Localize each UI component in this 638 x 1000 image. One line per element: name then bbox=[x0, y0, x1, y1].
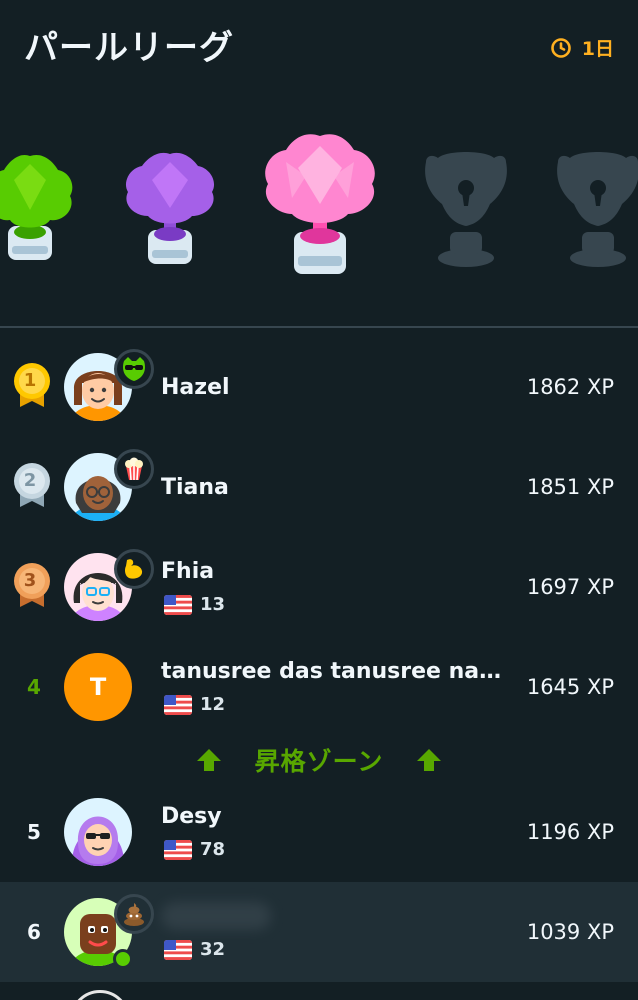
xp-value: 1862 XP bbox=[526, 375, 614, 399]
league-title: パールリーグ bbox=[24, 28, 234, 68]
muscle-icon bbox=[114, 549, 154, 589]
rank-number: 5 bbox=[27, 820, 41, 844]
locked-league-trophy-icon bbox=[425, 152, 507, 267]
emerald-league-trophy-icon bbox=[0, 155, 73, 260]
user-name: tanusree das tanusree nas... bbox=[161, 659, 511, 684]
poop-icon bbox=[114, 894, 154, 934]
rank-number: 1 bbox=[23, 370, 37, 391]
sunglasses-owl-icon bbox=[114, 349, 154, 389]
league-header: パールリーグ 1日 bbox=[0, 0, 638, 90]
user-meta: 13 bbox=[164, 594, 225, 615]
pearl-league-trophy-icon bbox=[265, 134, 375, 274]
leaderboard-row[interactable]: 2 Tiana 1851 XP bbox=[0, 437, 638, 537]
promotion-zone-label: 昇格ゾーン bbox=[254, 747, 384, 776]
rank-number: 2 bbox=[23, 470, 37, 491]
us-flag-icon bbox=[164, 594, 192, 615]
rank-number: 6 bbox=[27, 920, 41, 944]
promotion-zone-divider: 昇格ゾーン bbox=[0, 740, 638, 780]
xp-value: 1196 XP bbox=[526, 820, 614, 844]
user-name: Fhia bbox=[161, 559, 215, 584]
arrow-up-icon bbox=[196, 749, 221, 771]
user-meta: 32 bbox=[164, 939, 225, 960]
xp-value: 1645 XP bbox=[526, 675, 614, 699]
time-remaining: 1日 bbox=[550, 34, 614, 61]
rank-number: 4 bbox=[27, 675, 41, 699]
leaderboard-row[interactable]: 3 Fhia 13 1697 XP bbox=[0, 537, 638, 637]
us-flag-icon bbox=[164, 839, 192, 860]
user-meta: 78 bbox=[164, 839, 225, 860]
xp-value: 1039 XP bbox=[526, 920, 614, 944]
user-name-redacted bbox=[161, 902, 271, 930]
us-flag-icon bbox=[164, 939, 192, 960]
divider bbox=[0, 326, 638, 328]
us-flag-icon bbox=[164, 694, 192, 715]
user-meta: 12 bbox=[164, 694, 225, 715]
streak-count: 78 bbox=[200, 839, 226, 860]
user-name: Tiana bbox=[161, 475, 229, 500]
arrow-up-icon bbox=[417, 749, 442, 771]
xp-value: 1697 XP bbox=[526, 575, 614, 599]
user-name: Desy bbox=[161, 804, 222, 829]
locked-league-trophy-icon bbox=[557, 152, 638, 267]
amethyst-league-trophy-icon bbox=[125, 152, 215, 264]
streak-count: 32 bbox=[200, 939, 226, 960]
avatar[interactable] bbox=[64, 798, 132, 866]
popcorn-icon bbox=[114, 449, 154, 489]
leaderboard-row[interactable]: 1 Hazel 1862 XP bbox=[0, 337, 638, 437]
streak-count: 12 bbox=[200, 694, 226, 715]
leaderboard-row-current-user[interactable]: 6 32 1039 XP bbox=[0, 882, 638, 982]
time-remaining-label: 1日 bbox=[581, 38, 614, 60]
leaderboard-row[interactable]: 4 T tanusree das tanusree nas... 12 1645… bbox=[0, 637, 638, 737]
rank-number: 3 bbox=[23, 570, 37, 591]
xp-value: 1851 XP bbox=[526, 475, 614, 499]
streak-count: 13 bbox=[200, 594, 226, 615]
avatar[interactable]: T bbox=[64, 653, 132, 721]
clock-icon bbox=[550, 37, 571, 58]
user-name: Hazel bbox=[161, 375, 230, 400]
leaderboard-row[interactable]: 5 Desy 78 1196 XP bbox=[0, 782, 638, 882]
next-row-avatar-partial bbox=[70, 990, 130, 1000]
league-trophy-strip[interactable] bbox=[0, 118, 638, 288]
online-status-indicator bbox=[113, 949, 133, 969]
